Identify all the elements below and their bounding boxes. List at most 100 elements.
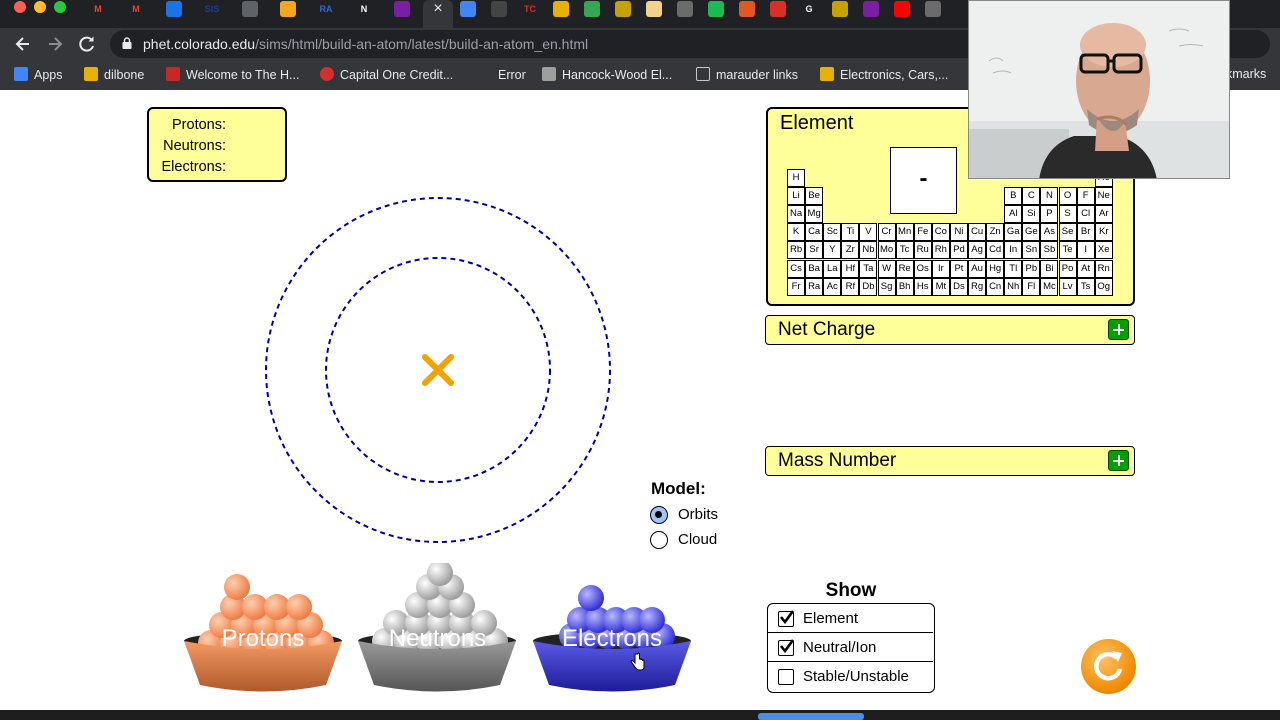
element-cell-y[interactable]: Y <box>823 241 842 260</box>
element-cell-hf[interactable]: Hf <box>841 259 860 278</box>
slides-icon[interactable] <box>280 1 296 17</box>
element-cell-ga[interactable]: Ga <box>1004 223 1023 242</box>
docs-icon[interactable] <box>460 1 476 17</box>
gmail-icon-2[interactable]: M <box>128 1 144 17</box>
bookmark-error[interactable]: Error <box>498 67 526 83</box>
element-cell-p[interactable]: P <box>1040 205 1059 224</box>
element-cell-rn[interactable]: Rn <box>1094 259 1113 278</box>
element-cell-cu[interactable]: Cu <box>968 223 987 242</box>
circle-icon[interactable] <box>677 1 693 17</box>
element-cell-rh[interactable]: Rh <box>931 241 950 260</box>
particle[interactable] <box>578 585 604 611</box>
fire-icon[interactable] <box>739 1 755 17</box>
element-cell-pt[interactable]: Pt <box>949 259 968 278</box>
element-cell-cn[interactable]: Cn <box>986 277 1005 296</box>
element-cell-mo[interactable]: Mo <box>877 241 896 260</box>
nucleus-x-icon[interactable] <box>422 354 454 386</box>
spotify-icon[interactable] <box>708 1 724 17</box>
element-cell-ne[interactable]: Ne <box>1094 187 1113 206</box>
ra-icon[interactable]: RA <box>318 1 334 17</box>
element-cell-ca[interactable]: Ca <box>805 223 824 242</box>
bookmark-capital-one[interactable]: Capital One Credit... <box>320 67 453 83</box>
element-cell-si[interactable]: Si <box>1022 205 1041 224</box>
particle[interactable] <box>286 594 312 620</box>
element-cell-br[interactable]: Br <box>1076 223 1095 242</box>
bookmark-electronics[interactable]: Electronics, Cars,... <box>820 67 948 83</box>
mass-number-accordion[interactable]: Mass Number <box>765 446 1135 476</box>
element-cell-bi[interactable]: Bi <box>1040 259 1059 278</box>
peace-icon[interactable] <box>863 1 879 17</box>
element-cell-li[interactable]: Li <box>787 187 806 206</box>
element-cell-ba[interactable]: Ba <box>805 259 824 278</box>
element-cell-og[interactable]: Og <box>1094 277 1113 296</box>
element-cell-nh[interactable]: Nh <box>1004 277 1023 296</box>
element-cell-ra[interactable]: Ra <box>805 277 824 296</box>
element-cell-cd[interactable]: Cd <box>986 241 1005 260</box>
element-cell-rg[interactable]: Rg <box>968 277 987 296</box>
element-cell-tl[interactable]: Tl <box>1004 259 1023 278</box>
stable-unstable-checkbox[interactable] <box>778 669 794 685</box>
element-cell-b[interactable]: B <box>1004 187 1023 206</box>
element-cell-au[interactable]: Au <box>968 259 987 278</box>
element-cell-ti[interactable]: Ti <box>841 223 860 242</box>
protons-bucket[interactable]: Protons <box>183 563 343 698</box>
element-cell-hs[interactable]: Hs <box>913 277 932 296</box>
element-cell-ge[interactable]: Ge <box>1022 223 1041 242</box>
ring-icon[interactable] <box>770 1 786 17</box>
element-cell-re[interactable]: Re <box>895 259 914 278</box>
element-cell-sn[interactable]: Sn <box>1022 241 1041 260</box>
show-element-option[interactable]: Element <box>768 604 933 633</box>
element-cell-sb[interactable]: Sb <box>1040 241 1059 260</box>
element-cell-ir[interactable]: Ir <box>931 259 950 278</box>
bar-icon-2[interactable] <box>832 1 848 17</box>
element-cell-n[interactable]: N <box>1040 187 1059 206</box>
back-icon[interactable] <box>12 33 34 55</box>
element-cell-sc[interactable]: Sc <box>823 223 842 242</box>
element-cell-nb[interactable]: Nb <box>859 241 878 260</box>
element-cell-in[interactable]: In <box>1004 241 1023 260</box>
contacts-icon[interactable] <box>166 1 182 17</box>
element-cell-mn[interactable]: Mn <box>895 223 914 242</box>
element-cell-fe[interactable]: Fe <box>913 223 932 242</box>
youtube-icon[interactable] <box>894 1 910 17</box>
element-cell-sg[interactable]: Sg <box>877 277 896 296</box>
bookmark-apps[interactable]: Apps <box>14 67 63 83</box>
element-cell-ar[interactable]: Ar <box>1094 205 1113 224</box>
element-cell-fl[interactable]: Fl <box>1022 277 1041 296</box>
element-cell-po[interactable]: Po <box>1058 259 1077 278</box>
forward-icon[interactable] <box>44 33 66 55</box>
element-cell-tc[interactable]: Tc <box>895 241 914 260</box>
element-cell-mc[interactable]: Mc <box>1040 277 1059 296</box>
n-icon[interactable]: N <box>356 1 372 17</box>
element-cell-se[interactable]: Se <box>1058 223 1077 242</box>
element-cell-cr[interactable]: Cr <box>877 223 896 242</box>
particle[interactable] <box>224 574 250 600</box>
close-window-icon[interactable] <box>14 1 26 13</box>
show-neutral-ion-option[interactable]: Neutral/Ion <box>768 633 933 662</box>
element-cell-zr[interactable]: Zr <box>841 241 860 260</box>
cloud-radio[interactable] <box>650 531 668 549</box>
element-cell-fr[interactable]: Fr <box>787 277 806 296</box>
element-cell-pb[interactable]: Pb <box>1022 259 1041 278</box>
element-cell-ds[interactable]: Ds <box>949 277 968 296</box>
element-cell-ag[interactable]: Ag <box>968 241 987 260</box>
neutrons-bucket[interactable]: Neutrons <box>357 563 518 698</box>
other-bookmarks[interactable]: kmarks <box>1226 67 1266 81</box>
element-cell-v[interactable]: V <box>859 223 878 242</box>
gray-icon[interactable] <box>925 1 941 17</box>
element-cell-ni[interactable]: Ni <box>949 223 968 242</box>
element-cell-os[interactable]: Os <box>913 259 932 278</box>
element-cell-kr[interactable]: Kr <box>1094 223 1113 242</box>
element-cell-pd[interactable]: Pd <box>949 241 968 260</box>
element-cell-zn[interactable]: Zn <box>986 223 1005 242</box>
link-icon[interactable] <box>242 1 258 17</box>
element-cell-c[interactable]: C <box>1022 187 1041 206</box>
element-cell-cl[interactable]: Cl <box>1076 205 1095 224</box>
cup-icon[interactable] <box>646 1 662 17</box>
element-cell-db[interactable]: Db <box>859 277 878 296</box>
minimize-window-icon[interactable] <box>34 1 46 13</box>
element-cell-la[interactable]: La <box>823 259 842 278</box>
element-cell-ac[interactable]: Ac <box>823 277 842 296</box>
element-cell-w[interactable]: W <box>877 259 896 278</box>
bookmark-welcome[interactable]: Welcome to The H... <box>166 67 299 83</box>
